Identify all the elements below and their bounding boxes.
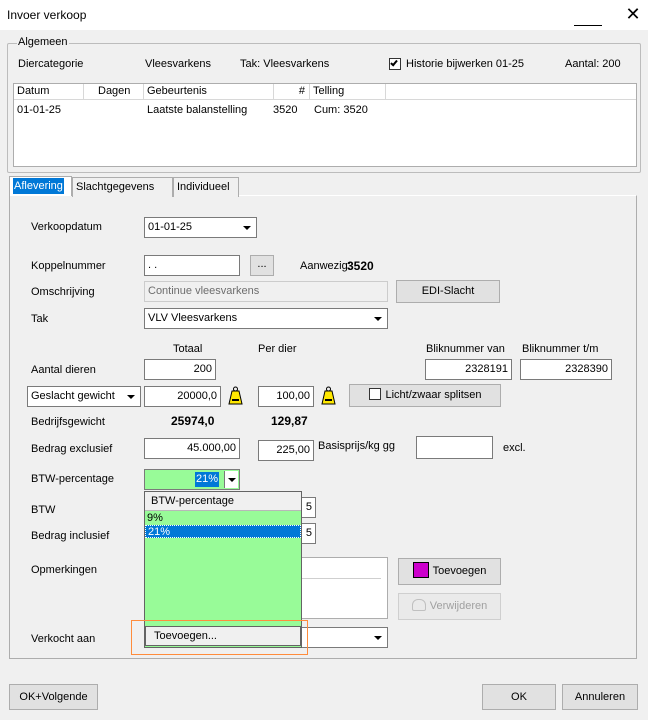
verwijderen-button[interactable]: Verwijderen	[398, 593, 501, 620]
koppelnummer-browse-button[interactable]: ...	[250, 255, 274, 276]
tab-slachtgegevens[interactable]: Slachtgegevens	[72, 177, 173, 197]
verkoopdatum-label: Verkoopdatum	[31, 221, 102, 233]
btw-label: BTW	[31, 504, 56, 516]
verkoopdatum-select[interactable]: 01-01-25	[144, 217, 257, 238]
col-datum[interactable]: Datum	[14, 84, 84, 100]
gewicht-type-value: Geslacht gewicht	[31, 390, 115, 402]
aantal-text: Aantal: 200	[565, 58, 621, 70]
tab-aflevering-label: Aflevering	[13, 178, 64, 194]
licht-zwaar-button[interactable]: Licht/zwaar splitsen	[349, 384, 501, 407]
btw-dropdown-items: 9% 21%	[145, 512, 301, 538]
omschrijving-label: Omschrijving	[31, 286, 95, 298]
title-bar-line	[574, 25, 602, 26]
historie-checkbox[interactable]	[389, 58, 401, 70]
checkmark-icon	[390, 58, 398, 67]
koppelnummer-input[interactable]: . .	[144, 255, 240, 276]
toevoegen-label: Toevoegen	[432, 565, 487, 577]
diercategorie-label: Diercategorie	[18, 58, 84, 70]
btw-percentage-select[interactable]: 21%	[144, 469, 240, 490]
ok-volgende-button[interactable]: OK+Volgende	[9, 684, 98, 710]
tak-select[interactable]: VLV Vleesvarkens	[144, 308, 388, 329]
row-datum: 01-01-25	[17, 104, 62, 116]
bliknummer-van-input[interactable]: 2328191	[425, 359, 512, 380]
chevron-down-icon[interactable]	[224, 471, 238, 488]
bedrag-excl-input[interactable]: 45.000,00	[144, 438, 240, 459]
row-nr: 3520	[273, 104, 298, 116]
history-header: Datum Dagen Gebeurtenis # Telling	[14, 84, 636, 100]
annuleren-button[interactable]: Annuleren	[562, 684, 638, 710]
close-icon[interactable]: ✕	[622, 2, 644, 26]
btw-dropdown-header: BTW-percentage	[145, 492, 301, 511]
tak-label: Tak	[31, 313, 49, 325]
algemeen-legend: Algemeen	[17, 36, 69, 48]
btw-percentage-value: 21%	[194, 472, 219, 487]
gewicht-per-dier-input[interactable]: 100,00	[258, 386, 314, 407]
btw-option-21[interactable]: 21%	[145, 525, 301, 538]
excl-label: excl.	[503, 442, 526, 454]
bedrag-incl-label: Bedrag inclusief	[31, 530, 110, 542]
edi-slacht-button[interactable]: EDI-Slacht	[396, 280, 500, 303]
per-dier-header: Per dier	[258, 343, 297, 355]
chevron-down-icon	[240, 219, 254, 236]
btw-percentage-label: BTW-percentage	[31, 473, 114, 485]
title-bar: Invoer verkoop ✕	[0, 0, 648, 30]
tab-individueel-label: Individueel	[177, 181, 230, 193]
window-title: Invoer verkoop	[7, 8, 87, 22]
col-telling[interactable]: Telling	[310, 84, 386, 100]
opmerkingen-label: Opmerkingen	[31, 564, 98, 576]
bedrag-excl-label: Bedrag exclusief	[31, 443, 113, 455]
aanwezig-label: Aanwezig:	[300, 260, 351, 272]
toevoegen-button[interactable]: Toevoegen	[398, 558, 501, 585]
ok-button[interactable]: OK	[482, 684, 556, 710]
basisprijs-input[interactable]	[416, 436, 493, 459]
historie-label: Historie bijwerken 01-25	[406, 58, 524, 70]
basisprijs-label: Basisprijs/kg gg	[318, 440, 396, 452]
tak-value: VLV Vleesvarkens	[148, 312, 238, 324]
omschrijving-input[interactable]: Continue vleesvarkens	[144, 281, 388, 302]
chevron-down-icon	[371, 310, 385, 327]
highlight-box	[131, 620, 308, 655]
gewicht-totaal-input[interactable]: 20000,0	[144, 386, 221, 407]
bedrijfsgewicht-totaal: 25974,0	[171, 414, 215, 428]
history-listview[interactable]: Datum Dagen Gebeurtenis # Telling 01-01-…	[13, 83, 637, 167]
tak-text: Tak: Vleesvarkens	[240, 58, 330, 70]
btw-option-9[interactable]: 9%	[145, 512, 301, 525]
diercategorie-value: Vleesvarkens	[145, 58, 212, 70]
gewicht-type-select[interactable]: Geslacht gewicht	[27, 386, 141, 407]
tab-aflevering[interactable]: Aflevering	[9, 176, 72, 196]
aanwezig-value: 3520	[347, 259, 374, 273]
chevron-down-icon	[124, 388, 138, 405]
aantal-dieren-input[interactable]: 200	[144, 359, 216, 380]
tab-slachtgegevens-label: Slachtgegevens	[76, 181, 155, 193]
remove-remark-icon	[411, 599, 426, 611]
bliknummer-van-header: Bliknummer van	[426, 343, 505, 355]
row-gebeurtenis: Laatste balanstelling	[147, 104, 248, 116]
col-nr[interactable]: #	[274, 84, 310, 100]
col-gebeurtenis[interactable]: Gebeurtenis	[144, 84, 274, 100]
scale-weight-icon[interactable]	[321, 386, 336, 406]
opmerkingen-memo[interactable]	[290, 557, 388, 619]
row-telling: Cum: 3520	[314, 104, 368, 116]
aantal-dieren-label: Aantal dieren	[31, 364, 96, 376]
memo-divider	[299, 578, 381, 579]
bliknummer-tm-input[interactable]: 2328390	[520, 359, 612, 380]
bedrijfsgewicht-per-dier: 129,87	[271, 414, 308, 428]
verwijderen-label: Verwijderen	[429, 600, 488, 612]
invoer-verkoop-dialog: Invoer verkoop ✕ Algemeen Diercategorie …	[0, 0, 648, 720]
scale-weight-icon[interactable]	[228, 386, 243, 406]
col-dagen[interactable]: Dagen	[84, 84, 144, 100]
add-remark-icon	[412, 562, 429, 578]
bedrag-excl-per-dier-input[interactable]: 225,00	[258, 440, 314, 461]
chevron-down-icon	[371, 629, 385, 646]
licht-zwaar-checkbox[interactable]	[368, 388, 381, 400]
koppelnummer-label: Koppelnummer	[31, 260, 106, 272]
verkoopdatum-value: 01-01-25	[148, 221, 193, 233]
licht-zwaar-label: Licht/zwaar splitsen	[385, 389, 482, 401]
bedrijfsgewicht-label: Bedrijfsgewicht	[31, 416, 105, 428]
totaal-header: Totaal	[173, 343, 203, 355]
tab-individueel[interactable]: Individueel	[173, 177, 239, 197]
bliknummer-tm-header: Bliknummer t/m	[522, 343, 599, 355]
verkocht-aan-label: Verkocht aan	[31, 633, 96, 645]
